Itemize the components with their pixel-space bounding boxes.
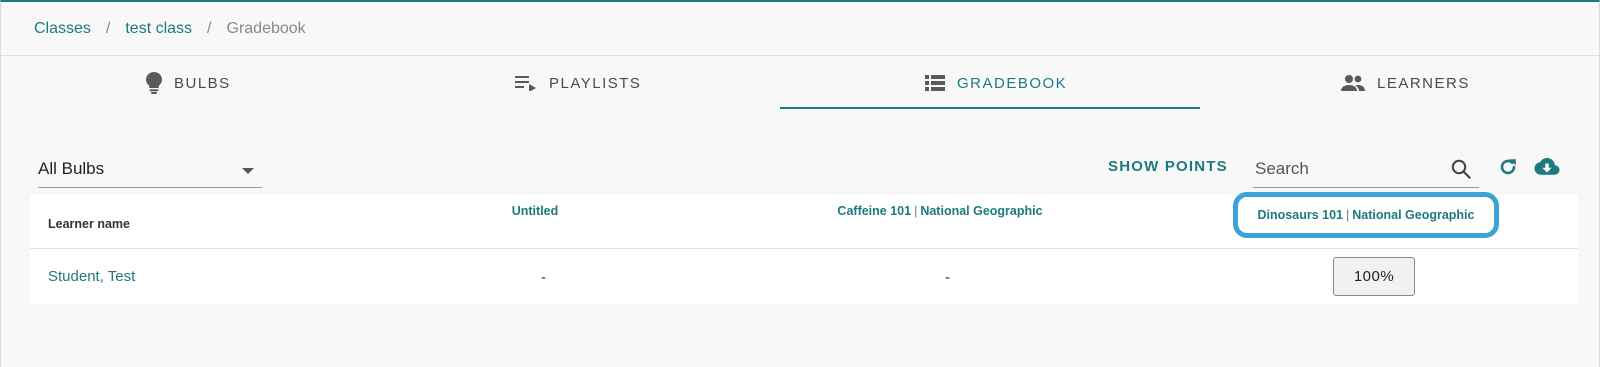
column-title: Caffeine 101 (837, 204, 912, 218)
column-header-dinosaurs-101[interactable]: Dinosaurs 101 | National Geographic (1233, 192, 1499, 238)
search-icon[interactable] (1451, 159, 1471, 184)
column-title: Untitled (511, 204, 559, 218)
tab-label: BULBS (174, 74, 231, 92)
bulb-icon (146, 72, 162, 94)
tab-label: GRADEBOOK (957, 74, 1068, 92)
score-cell-button[interactable]: 100% (1333, 257, 1415, 296)
score-cell: - (945, 269, 950, 286)
score-cell: - (541, 269, 546, 286)
breadcrumb-class-link[interactable]: test class (125, 20, 192, 38)
playlist-icon (515, 75, 537, 91)
table-header: Learner name Untitled Caffeine 101 | Natio… (30, 192, 1578, 249)
tab-label: LEARNERS (1377, 74, 1470, 92)
list-icon (925, 75, 945, 91)
active-tab-indicator (780, 107, 1200, 109)
show-points-button[interactable]: SHOW POINTS (1108, 158, 1228, 175)
column-title: Dinosaurs 101 (1257, 208, 1343, 222)
breadcrumb-separator: / (105, 20, 111, 37)
breadcrumb-current: Gradebook (226, 20, 306, 37)
tab-bulbs[interactable]: BULBS (146, 56, 231, 110)
column-header-learner-name: Learner name (48, 217, 130, 231)
column-source: National Geographic (1352, 208, 1475, 222)
column-separator: | (914, 204, 918, 218)
search-field (1253, 150, 1479, 188)
breadcrumb-classes-link[interactable]: Classes (34, 20, 91, 38)
people-icon (1341, 75, 1365, 91)
column-source: National Geographic (920, 204, 1043, 218)
download-icon[interactable] (1534, 157, 1560, 182)
column-header-caffeine-101[interactable]: Caffeine 101 | National Geographic (820, 204, 1060, 218)
tab-bar: BULBS PLAYLISTS GRADEBOOK LEARNERS (1, 56, 1600, 110)
table-row: Student, Test - - 100% (30, 250, 1578, 304)
tab-label: PLAYLISTS (549, 74, 642, 92)
column-header-untitled[interactable]: Untitled (485, 204, 585, 218)
score-value: 100% (1353, 268, 1395, 285)
filter-value: All Bulbs (38, 158, 105, 178)
learner-name-link[interactable]: Student, Test (48, 268, 135, 285)
gradebook-page: Classes / test class / Gradebook BULBS P… (0, 0, 1600, 367)
dropdown-caret-icon (242, 159, 254, 179)
tab-gradebook[interactable]: GRADEBOOK (925, 56, 1067, 110)
bulb-filter-select[interactable]: All Bulbs (38, 150, 262, 188)
search-input[interactable] (1253, 158, 1443, 179)
tab-playlists[interactable]: PLAYLISTS (515, 56, 641, 110)
refresh-icon[interactable] (1498, 157, 1518, 182)
column-separator: | (1345, 208, 1350, 222)
gradebook-table: Learner name Untitled Caffeine 101 | Natio… (30, 192, 1578, 304)
breadcrumb: Classes / test class / Gradebook (34, 20, 306, 38)
tab-learners[interactable]: LEARNERS (1341, 56, 1470, 110)
breadcrumb-separator: / (207, 20, 212, 37)
